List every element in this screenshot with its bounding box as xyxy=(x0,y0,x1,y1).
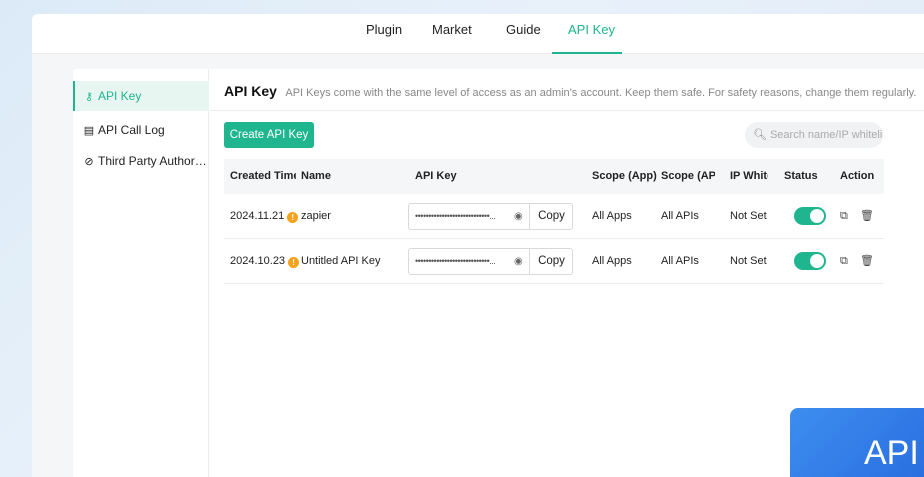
table-header: Created Time Name API Key Scope (App) Sc… xyxy=(224,159,884,194)
trash-icon[interactable]: 🗑︎ xyxy=(860,239,874,283)
col-scope-app: Scope (App) xyxy=(592,170,657,182)
key-name: zapier xyxy=(301,210,331,222)
sidebar-item-label: Third Party Authorization xyxy=(98,154,209,168)
search-box[interactable]: 🔍︎ xyxy=(745,122,883,148)
created-time: 2024.11.21 xyxy=(230,210,285,222)
ip-whitelist: Not Set xyxy=(730,255,767,267)
created-time-cell: 2024.11.21! xyxy=(230,194,299,238)
trash-icon[interactable]: 🗑︎ xyxy=(860,194,874,238)
col-name: Name xyxy=(301,170,331,182)
duplicate-icon[interactable]: ⧉ xyxy=(840,194,848,238)
toggle-knob xyxy=(810,254,824,268)
sidebar-item-api-key[interactable]: ⚷ API Key xyxy=(73,81,209,111)
scope-api: All APIs xyxy=(661,255,699,267)
col-ip-whitelist: IP Whitelist xyxy=(730,170,768,182)
sidebar-item-third-party[interactable]: ⊘ Third Party Authorization xyxy=(73,146,209,176)
col-status: Status xyxy=(784,170,818,182)
copy-key-button[interactable]: Copy xyxy=(529,249,573,274)
col-action: Action xyxy=(840,170,875,182)
col-created-time: Created Time xyxy=(230,170,296,182)
scope-api: All APIs xyxy=(661,210,699,222)
shield-check-icon: ⊘ xyxy=(84,156,94,168)
eye-icon[interactable]: ◉ xyxy=(514,204,523,229)
api-key-field: ••••••••••••••••••••••••••••... ◉ Copy xyxy=(408,203,573,230)
toggle-knob xyxy=(810,209,824,223)
header-divider xyxy=(210,110,924,111)
sidebar-item-api-call-log[interactable]: ▤ API Call Log xyxy=(73,115,209,145)
duplicate-icon[interactable]: ⧉ xyxy=(840,239,848,283)
page-description: API Keys come with the same level of acc… xyxy=(285,87,917,99)
eye-icon[interactable]: ◉ xyxy=(514,249,523,274)
api-banner: API xyxy=(790,408,924,477)
ip-whitelist: Not Set xyxy=(730,210,767,222)
top-navigation: Plugin Market Guide API Key xyxy=(32,14,924,54)
table-row: 2024.11.21! zapier •••••••••••••••••••••… xyxy=(224,194,884,239)
sidebar-item-label: API Key xyxy=(98,89,142,103)
page-title: API Key xyxy=(224,83,277,99)
masked-key: ••••••••••••••••••••••••••••... xyxy=(415,256,496,266)
created-time-cell: 2024.10.23! xyxy=(230,239,300,283)
table-row: 2024.10.23! Untitled API Key •••••••••••… xyxy=(224,239,884,284)
api-key-field: ••••••••••••••••••••••••••••... ◉ Copy xyxy=(408,248,573,275)
active-tab-indicator xyxy=(552,52,622,54)
col-api-key: API Key xyxy=(415,170,457,182)
key-icon: ⚷ xyxy=(84,91,94,103)
sidebar-item-label: API Call Log xyxy=(98,123,165,137)
sidebar: ⚷ API Key ▤ API Call Log ⊘ Third Party Auth… xyxy=(73,69,209,477)
scope-app: All Apps xyxy=(592,255,632,267)
status-toggle[interactable] xyxy=(794,252,826,270)
warning-icon: ! xyxy=(287,212,299,223)
search-input[interactable] xyxy=(769,129,882,141)
tab-plugin[interactable]: Plugin xyxy=(366,22,402,54)
warning-icon: ! xyxy=(288,257,300,268)
key-name: Untitled API Key xyxy=(301,255,381,267)
tab-guide[interactable]: Guide xyxy=(506,22,541,54)
create-api-key-button[interactable]: Create API Key xyxy=(224,122,314,148)
created-time: 2024.10.23 xyxy=(230,255,286,267)
status-toggle[interactable] xyxy=(794,207,826,225)
page-header: API Key API Keys come with the same leve… xyxy=(224,83,916,103)
tab-api-key[interactable]: API Key xyxy=(568,22,615,54)
log-icon: ▤ xyxy=(83,125,95,137)
search-icon: 🔍︎ xyxy=(753,129,767,141)
masked-key: ••••••••••••••••••••••••••••... xyxy=(415,211,496,221)
copy-key-button[interactable]: Copy xyxy=(529,204,573,229)
scope-app: All Apps xyxy=(592,210,632,222)
tab-market[interactable]: Market xyxy=(432,22,472,54)
app-window: Plugin Market Guide API Key ⚷ API Key ▤ AP… xyxy=(32,14,924,477)
col-scope-api: Scope (API) xyxy=(661,170,715,182)
